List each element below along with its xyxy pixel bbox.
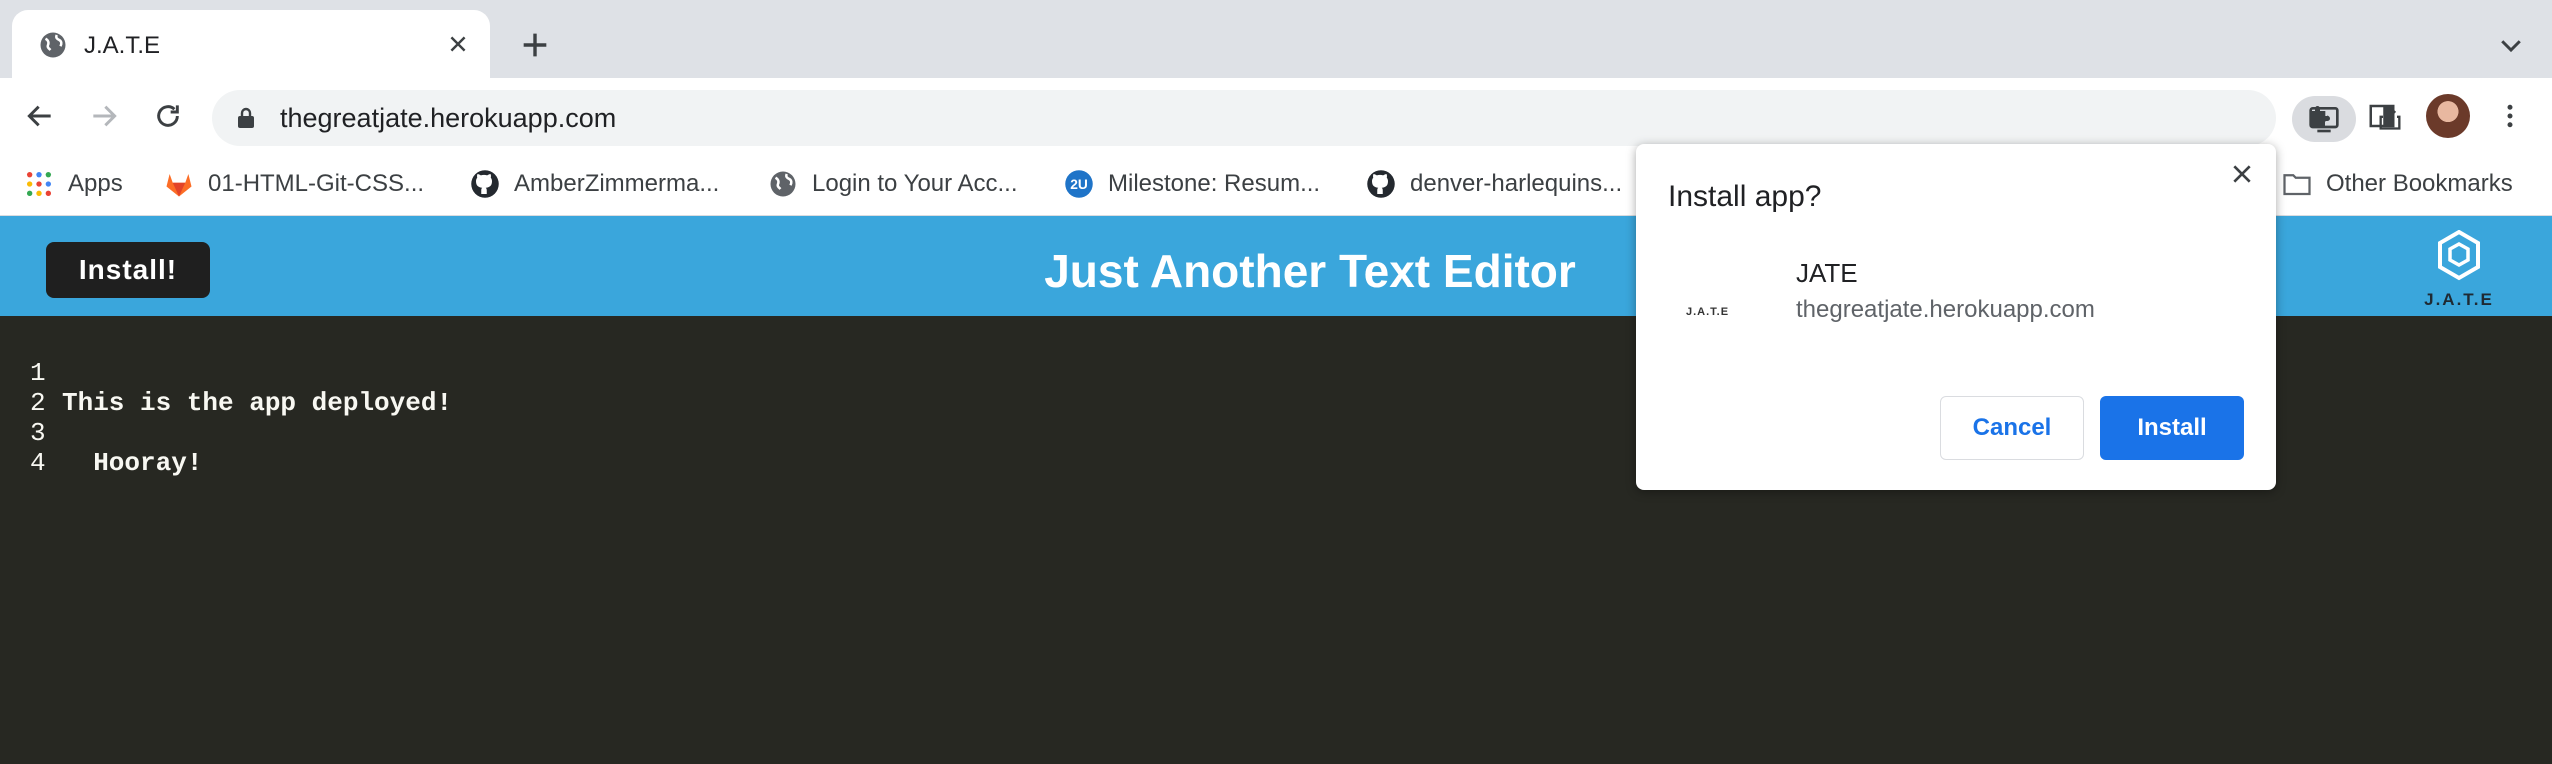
app-icon: J.A.T.E [1686,306,1730,318]
bookmark-html-git-css[interactable]: 01-HTML-Git-CSS... [164,164,424,204]
bookmark-label: Other Bookmarks [2326,170,2513,197]
editor-line[interactable]: 1 This is the app deployed! [0,328,452,418]
bookmark-milestone[interactable]: 2U Milestone: Resum... [1064,164,1320,204]
tab-strip: J.A.T.E [0,0,2552,78]
chevron-down-icon[interactable] [2496,30,2526,60]
line-number: 4 [30,448,46,478]
app-origin: thegreatjate.herokuapp.com [1796,296,2095,323]
reload-icon[interactable] [148,96,188,136]
gitlab-icon [164,169,194,199]
close-icon[interactable] [444,30,472,58]
svg-text:2U: 2U [1070,177,1088,192]
close-icon[interactable] [2226,158,2258,190]
apps-grid-icon [24,169,54,199]
url-text[interactable]: thegreatjate.herokuapp.com [280,103,616,134]
bookmark-label: denver-harlequins... [1410,170,1623,197]
new-tab-plus-icon[interactable] [518,28,552,62]
side-panel-icon[interactable] [2362,96,2402,136]
install-app-dialog: Install app? J.A.T.E JATE thegreatjate.h… [1636,144,2276,490]
editor-line[interactable]: 3 Hooray! [0,388,202,478]
bookmark-label: Login to Your Acc... [812,170,1018,197]
forward-arrow-icon[interactable] [84,96,124,136]
cancel-button[interactable]: Cancel [1940,396,2084,460]
bookmark-apps[interactable]: Apps [24,164,123,204]
logo-text: J.A.T.E [2424,290,2494,309]
profile-avatar[interactable] [2426,94,2470,138]
extensions-puzzle-icon[interactable] [2300,96,2340,136]
editor-line[interactable]: 4 [0,418,62,478]
lock-icon[interactable] [236,106,256,130]
github-icon [1366,169,1396,199]
tab-title: J.A.T.E [84,32,161,59]
bookmark-label: Apps [68,170,123,197]
app-name: JATE [1796,258,1858,288]
editor-line[interactable]: 2 [0,358,62,418]
bookmark-label: 01-HTML-Git-CSS... [208,170,425,197]
bookmark-login[interactable]: Login to Your Acc... [768,164,1018,204]
jate-logo: J.A.T.E [2414,230,2504,314]
browser-toolbar: thegreatjate.herokuapp.com [0,78,2552,154]
line-text[interactable]: This is the app deployed! [62,388,452,418]
bookmark-denver-harlequins[interactable]: denver-harlequins... [1366,164,1622,204]
dialog-title: Install app? [1668,180,1822,213]
address-bar[interactable]: thegreatjate.herokuapp.com [212,90,2463,146]
2u-icon: 2U [1064,169,1094,199]
github-icon [470,169,500,199]
bookmark-label: AmberZimmerma... [514,170,720,197]
bookmark-other-bookmarks[interactable]: Other Bookmarks [2282,164,2513,204]
globe-icon [768,169,798,199]
more-menu-icon[interactable] [2490,96,2530,136]
globe-icon [38,30,68,60]
bookmark-label: Milestone: Resum... [1108,170,1321,197]
back-arrow-icon[interactable] [20,96,60,136]
folder-icon [2282,169,2312,199]
bookmark-amberzimmerma[interactable]: AmberZimmerma... [470,164,719,204]
line-text[interactable]: Hooray! [62,448,202,478]
confirm-install-button[interactable]: Install [2100,396,2244,460]
browser-tab[interactable]: J.A.T.E [12,10,490,78]
